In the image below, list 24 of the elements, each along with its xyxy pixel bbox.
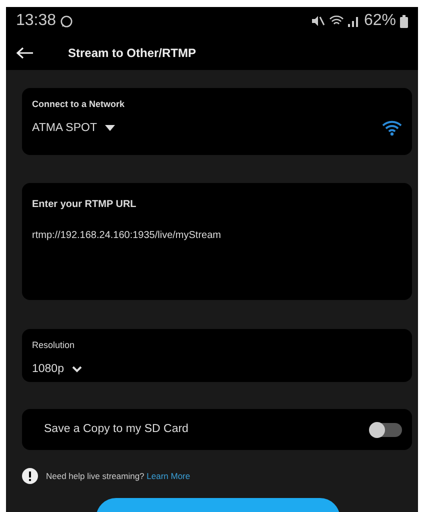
rtmp-url-field[interactable]: Enter your RTMP URL rtmp://192.168.24.160:1935/live/myStream xyxy=(22,183,412,300)
network-dropdown[interactable]: ATMA SPOT xyxy=(32,120,115,137)
rtmp-url-value: rtmp://192.168.24.160:1935/live/myStream xyxy=(32,229,222,243)
chevron-down-icon xyxy=(72,366,82,373)
chat-icon xyxy=(60,14,74,28)
help-text: Need help live streaming? Learn More xyxy=(46,470,190,482)
wifi-icon xyxy=(382,120,402,136)
rtmp-url-label: Enter your RTMP URL xyxy=(32,198,138,212)
resolution-dropdown[interactable]: 1080p xyxy=(32,360,82,378)
learn-more-link[interactable]: Learn More xyxy=(146,470,190,481)
status-time: 13:38 xyxy=(16,11,56,31)
battery-percent: 62% xyxy=(364,11,396,31)
screen-title: Stream to Other/RTMP xyxy=(68,44,196,62)
back-icon[interactable] xyxy=(16,46,34,58)
mute-icon xyxy=(310,15,325,27)
sd-card-label: Save a Copy to my SD Card xyxy=(44,422,188,437)
wifi-icon xyxy=(328,15,344,27)
dropdown-icon xyxy=(104,124,115,132)
signal-icon xyxy=(348,15,360,27)
toggle-switch[interactable] xyxy=(370,422,402,436)
alert-icon xyxy=(22,468,38,484)
resolution-label: Resolution xyxy=(32,339,76,352)
battery-icon xyxy=(400,14,408,28)
network-label: Connect to a Network xyxy=(32,98,126,111)
